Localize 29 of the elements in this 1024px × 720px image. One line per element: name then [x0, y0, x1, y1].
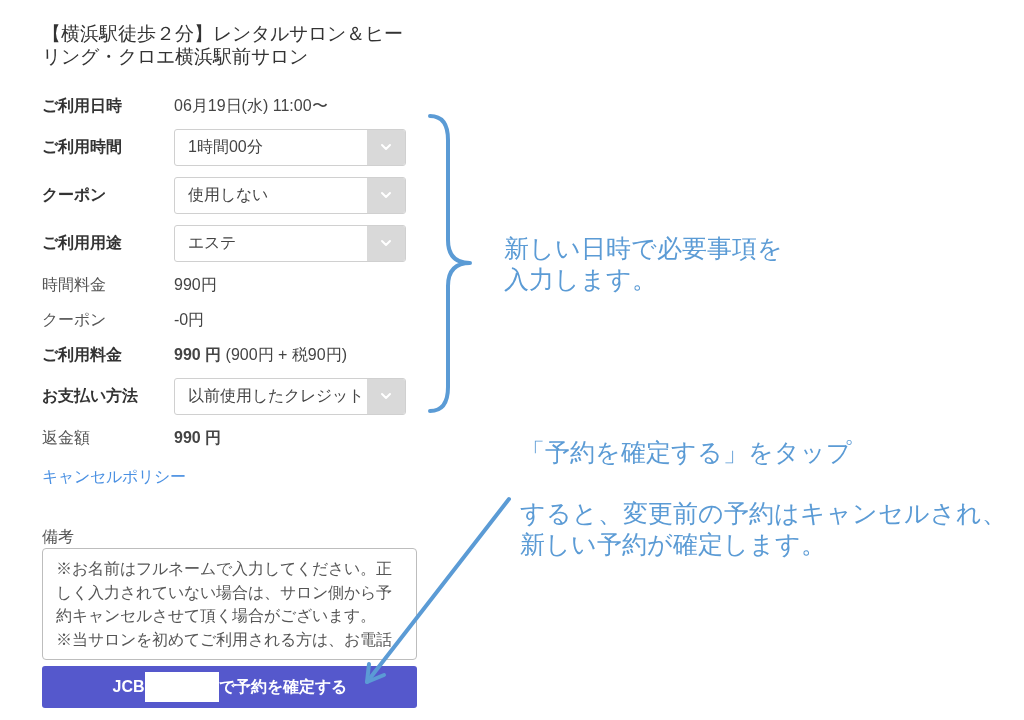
dropdown[interactable]: 使用しない — [174, 176, 406, 214]
field-label: ご利用料金 — [42, 344, 123, 365]
dropdown[interactable]: 以前使用したクレジット — [174, 377, 406, 415]
field-label: ご利用時間 — [42, 137, 123, 157]
annotation-title: 「予約を確定する」をタップ — [520, 437, 852, 468]
confirm-button[interactable]: JCB で予約を確定する — [42, 666, 417, 708]
field-label: ご利用日時 — [42, 95, 123, 116]
annotation-text: すると、変更前の予約はキャンセルされ、新しい予約が確定します。 — [520, 498, 1008, 560]
field-value: 990 円 — [174, 427, 222, 448]
field-label: ご利用用途 — [42, 233, 123, 253]
field-label: お支払い方法 — [42, 386, 139, 406]
dropdown[interactable]: 1時間00分 — [174, 128, 406, 166]
field-label: 時間料金 — [42, 274, 107, 295]
field-value: 06月19日(水) 11:00〜 — [174, 95, 328, 116]
dropdown[interactable]: エステ — [174, 224, 406, 262]
field-label: クーポン — [42, 185, 107, 205]
field-value: 990 円 (900円 + 税90円) — [174, 344, 347, 365]
field-value: -0円 — [174, 309, 205, 330]
chevron-down-icon — [367, 129, 405, 165]
annotation-text: 新しい日時で必要事項を入力します。 — [504, 232, 784, 295]
chevron-down-icon — [367, 378, 405, 414]
chevron-down-icon — [367, 225, 405, 261]
venue-title: 【横浜駅徒歩２分】レンタルサロン＆ヒーリング・クロエ横浜駅前サロン — [42, 22, 404, 68]
field-value: 990円 — [174, 274, 217, 295]
chevron-down-icon — [367, 177, 405, 213]
field-label: クーポン — [42, 309, 107, 330]
notes-label: 備考 — [42, 527, 74, 547]
field-label: 返金額 — [42, 427, 91, 448]
notes-field[interactable]: ※お名前はフルネームで入力してください。正しく入力されていない場合は、サロン側から予約キャンセルさせて頂く場合がございます。 ※当サロンを初めてご利用される方は、お電話 — [42, 548, 417, 660]
